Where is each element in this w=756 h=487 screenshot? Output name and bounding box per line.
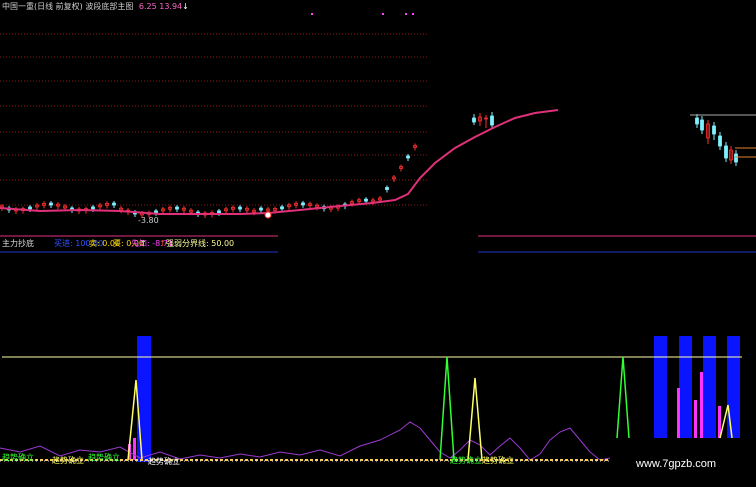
signal-label: 趋势确立 bbox=[482, 456, 514, 465]
candle-body bbox=[175, 206, 179, 210]
signal-label: 趋势确立 bbox=[148, 457, 180, 466]
signal-label: 趋势确立 bbox=[52, 456, 84, 465]
candle-body bbox=[91, 206, 95, 210]
candle-body bbox=[490, 115, 494, 126]
down-arrow-icon: ↓ bbox=[182, 2, 189, 11]
yellow-spike-2 bbox=[467, 377, 483, 461]
chart-title: 中国一重(日线 前复权) 波段底部主图 6.25 13.94↓ bbox=[2, 2, 189, 11]
main-grid-lines bbox=[0, 33, 428, 206]
watermark: www.7gpzb.com bbox=[636, 458, 717, 470]
candle-low-label: -3.80 bbox=[138, 216, 159, 225]
candle-body bbox=[154, 210, 158, 214]
price-values: 6.25 13.94 bbox=[138, 2, 183, 11]
candle-body bbox=[49, 202, 53, 206]
stock-title: 中国一重(日线 前复权) 波段底部主图 bbox=[2, 2, 134, 11]
signal-label: 趋势确立 bbox=[2, 453, 34, 462]
candle-body bbox=[724, 145, 728, 159]
candle-body bbox=[238, 206, 242, 210]
green-spike-1 bbox=[439, 356, 455, 461]
candle-body bbox=[472, 117, 476, 123]
indicator-name: 主力抄底 bbox=[2, 239, 34, 248]
candle-body bbox=[28, 206, 32, 210]
indicator-blue-bars bbox=[137, 336, 740, 462]
candle-body bbox=[406, 155, 410, 159]
candlestick-series bbox=[0, 112, 738, 218]
candle-body bbox=[718, 135, 722, 147]
candle-body bbox=[280, 206, 284, 210]
candle-body bbox=[385, 187, 389, 190]
candle-body bbox=[301, 202, 305, 206]
legend-divider-value: 强弱分界线: 50.00 bbox=[166, 239, 235, 248]
candle-body bbox=[734, 153, 738, 163]
candle-body bbox=[695, 117, 699, 125]
magenta-histogram bbox=[128, 372, 721, 460]
moving-average-line bbox=[0, 109, 559, 215]
candle-body bbox=[364, 198, 368, 202]
buy-point-marker[interactable] bbox=[264, 211, 272, 219]
candle-body bbox=[712, 125, 716, 135]
candle-body bbox=[112, 202, 116, 206]
legend-arrow-icon-2: ↑ bbox=[159, 239, 166, 248]
top-markers bbox=[311, 13, 414, 15]
signal-label: 趋势确立 bbox=[88, 453, 120, 462]
green-spike-2 bbox=[616, 356, 630, 439]
candle-body bbox=[217, 210, 221, 214]
signal-label: 趋势确立 bbox=[450, 456, 482, 465]
candle-body bbox=[259, 207, 263, 211]
candle-body bbox=[700, 119, 704, 131]
